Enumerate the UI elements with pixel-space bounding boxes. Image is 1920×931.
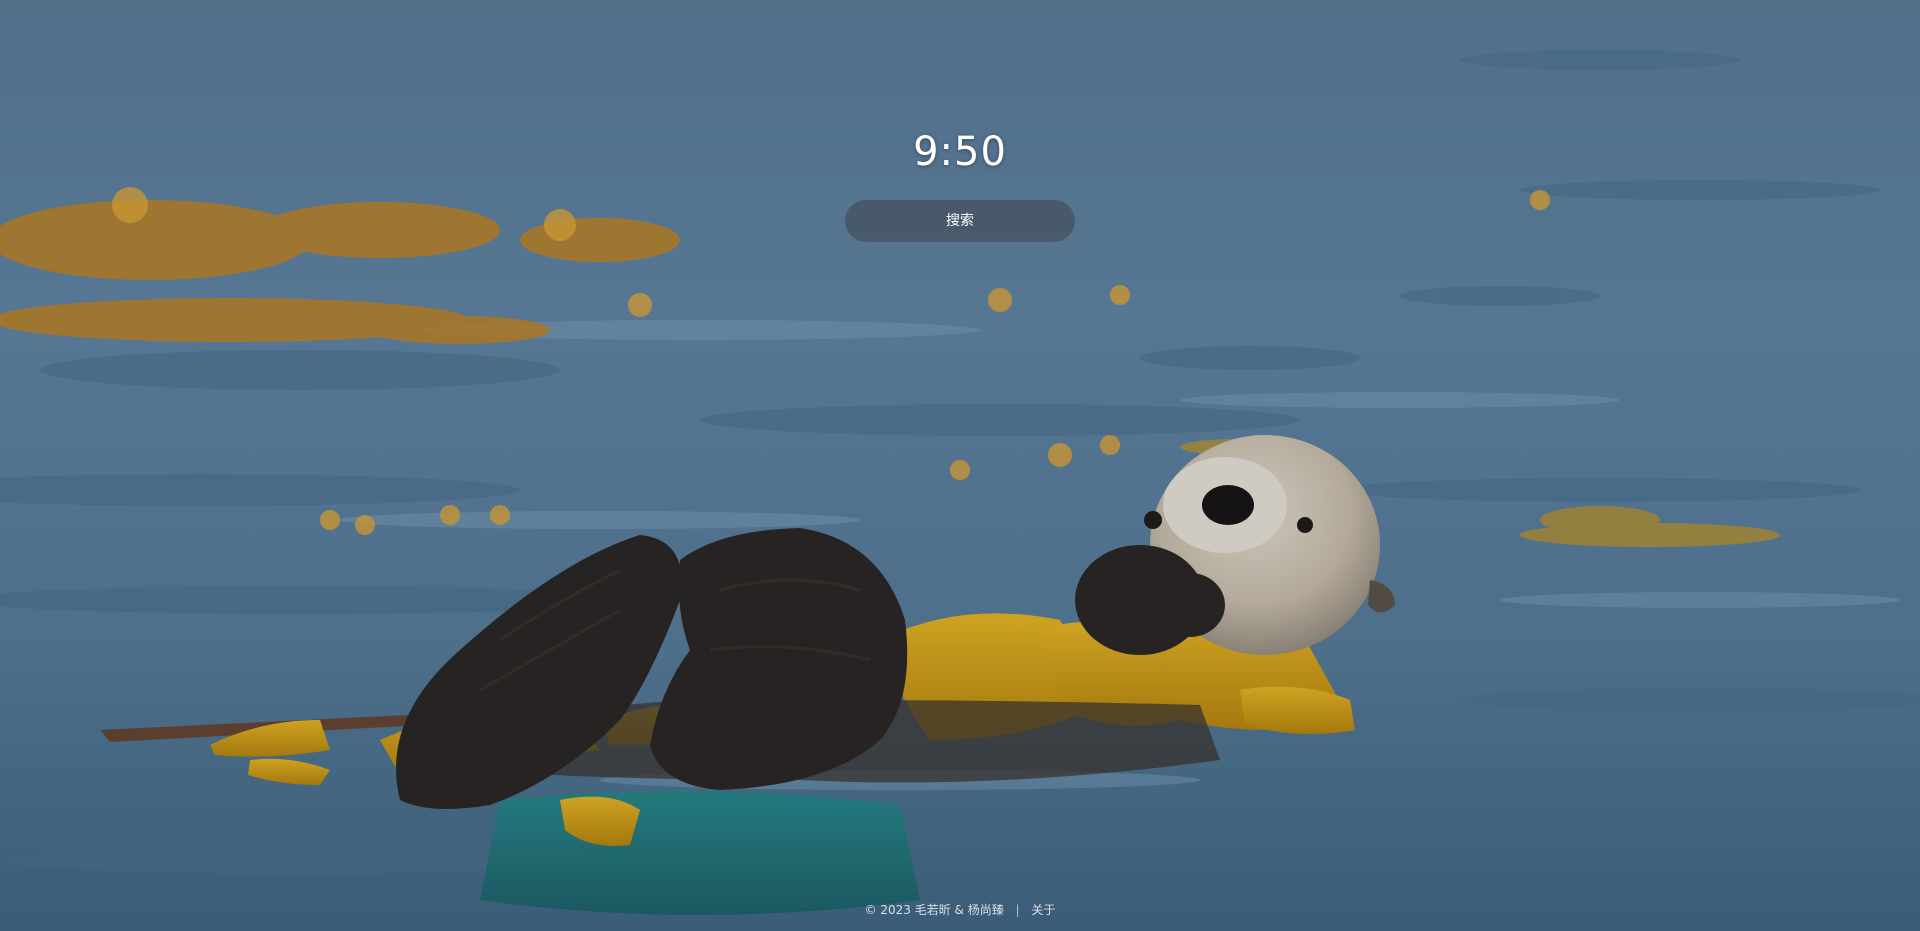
footer: © 2023 毛若昕 & 杨尚臻 | 关于: [0, 902, 1920, 918]
search-label: 搜索: [946, 213, 974, 229]
about-link[interactable]: 关于: [1031, 903, 1055, 917]
copyright-text: © 2023 毛若昕 & 杨尚臻: [864, 903, 1004, 917]
clock-time: 9:50: [913, 129, 1007, 175]
footer-separator: |: [1015, 903, 1020, 917]
search-box[interactable]: 搜索: [845, 200, 1075, 242]
